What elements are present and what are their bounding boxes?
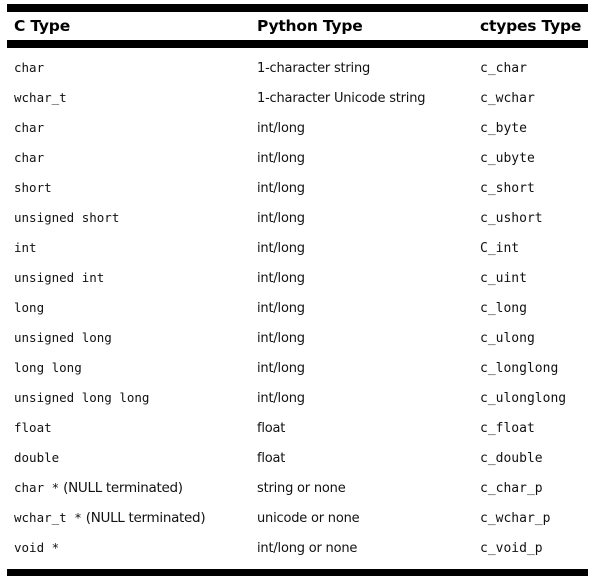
cell-python-type: int/long [257,150,305,166]
cell-c-type: long long [7,353,250,383]
c-type-note: (NULL terminated) [81,510,206,526]
cell-c-type: short [7,173,250,203]
table-row: double float c_double [7,443,588,473]
table-row: wchar_t 1-character Unicode string c_wch… [7,83,588,113]
cell-c-type: long [7,293,250,323]
cell-c-type: char [7,113,250,143]
c-type-text: char * [14,480,60,495]
c-type-text: wchar_t [14,90,67,105]
cell-ctypes-type: c_double [480,450,543,466]
types-table: C Type Python Type ctypes Type [7,12,588,40]
table-body: char 1-character string c_char wchar_t 1… [7,53,588,563]
cell-ctypes-type: c_wchar_p [480,510,551,526]
c-type-text: void * [14,540,60,555]
cell-python-type: int/long [257,240,305,256]
cell-python-type: int/long [257,360,305,376]
cell-python-type: float [257,420,286,436]
table-row: unsigned long long int/long c_ulonglong [7,383,588,413]
table-header: C Type Python Type ctypes Type [7,12,588,40]
cell-python-type: int/long [257,180,305,196]
table-row: char int/long c_byte [7,113,588,143]
table-top-rule [7,4,588,12]
cell-ctypes-type: c_float [480,420,535,436]
c-type-text: unsigned short [14,210,120,225]
table-row: short int/long c_short [7,173,588,203]
cell-c-type: unsigned long [7,323,250,353]
c-type-text: short [14,180,52,195]
c-type-text: double [14,450,60,465]
table-row: unsigned long int/long c_ulong [7,323,588,353]
cell-ctypes-type: c_longlong [480,360,559,376]
cell-c-type: wchar_t * (NULL terminated) [7,503,250,533]
cell-c-type: unsigned int [7,263,250,293]
c-type-text: char [14,150,45,165]
cell-ctypes-type: c_long [480,300,527,316]
c-type-text: long long [14,360,82,375]
cell-ctypes-type: c_char_p [480,480,543,496]
table-row: char 1-character string c_char [7,53,588,83]
header-row: C Type Python Type ctypes Type [7,12,588,40]
cell-c-type: wchar_t [7,83,250,113]
cell-ctypes-type: c_ubyte [480,150,535,166]
cell-ctypes-type: c_ushort [480,210,543,226]
types-table-body: char 1-character string c_char wchar_t 1… [7,53,588,563]
c-type-text: long [14,300,45,315]
cell-ctypes-type: c_void_p [480,540,543,556]
table-row: int int/long C_int [7,233,588,263]
table-row: char * (NULL terminated) string or none … [7,473,588,503]
cell-python-type: 1-character Unicode string [257,90,426,106]
cell-c-type: char [7,143,250,173]
c-type-text: float [14,420,52,435]
table-row: unsigned short int/long c_ushort [7,203,588,233]
cell-python-type: unicode or none [257,510,360,526]
cell-python-type: int/long [257,300,305,316]
c-types-table: C Type Python Type ctypes Type char 1-ch… [7,4,588,576]
cell-python-type: int/long [257,270,305,286]
c-type-text: char [14,120,45,135]
table-row: void * int/long or none c_void_p [7,533,588,563]
cell-ctypes-type: c_byte [480,120,527,136]
c-type-text: unsigned long [14,330,112,345]
table-row: wchar_t * (NULL terminated) unicode or n… [7,503,588,533]
cell-python-type: float [257,450,286,466]
cell-c-type: unsigned short [7,203,250,233]
cell-python-type: int/long or none [257,540,358,556]
c-type-text: unsigned long long [14,390,150,405]
cell-python-type: int/long [257,330,305,346]
table-row: long int/long c_long [7,293,588,323]
c-type-text: unsigned int [14,270,105,285]
column-header-python-type: Python Type [257,17,363,35]
cell-c-type: char * (NULL terminated) [7,473,250,503]
table-row: long long int/long c_longlong [7,353,588,383]
table-page: C Type Python Type ctypes Type char 1-ch… [0,0,594,576]
cell-ctypes-type: c_wchar [480,90,535,106]
cell-python-type: int/long [257,120,305,136]
cell-c-type: float [7,413,250,443]
c-type-note: (NULL terminated) [59,480,183,496]
table-row: unsigned int int/long c_uint [7,263,588,293]
column-header-c-type: C Type [14,17,71,35]
cell-ctypes-type: C_int [480,240,520,256]
column-header-ctypes-type: ctypes Type [480,17,582,35]
cell-python-type: int/long [257,390,305,406]
cell-python-type: int/long [257,210,305,226]
c-type-text: int [14,240,37,255]
cell-ctypes-type: c_ulong [480,330,535,346]
table-row: char int/long c_ubyte [7,143,588,173]
cell-c-type: void * [7,533,250,563]
cell-ctypes-type: c_uint [480,270,527,286]
cell-c-type: unsigned long long [7,383,250,413]
cell-python-type: 1-character string [257,60,371,76]
cell-python-type: string or none [257,480,346,496]
cell-c-type: double [7,443,250,473]
cell-c-type: int [7,233,250,263]
c-type-text: wchar_t * [14,510,82,525]
table-row: float float c_float [7,413,588,443]
cell-c-type: char [7,53,250,83]
cell-ctypes-type: c_char [480,60,527,76]
c-type-text: char [14,60,45,75]
cell-ctypes-type: c_ulonglong [480,390,567,406]
cell-ctypes-type: c_short [480,180,535,196]
header-separator-rule [7,40,588,48]
